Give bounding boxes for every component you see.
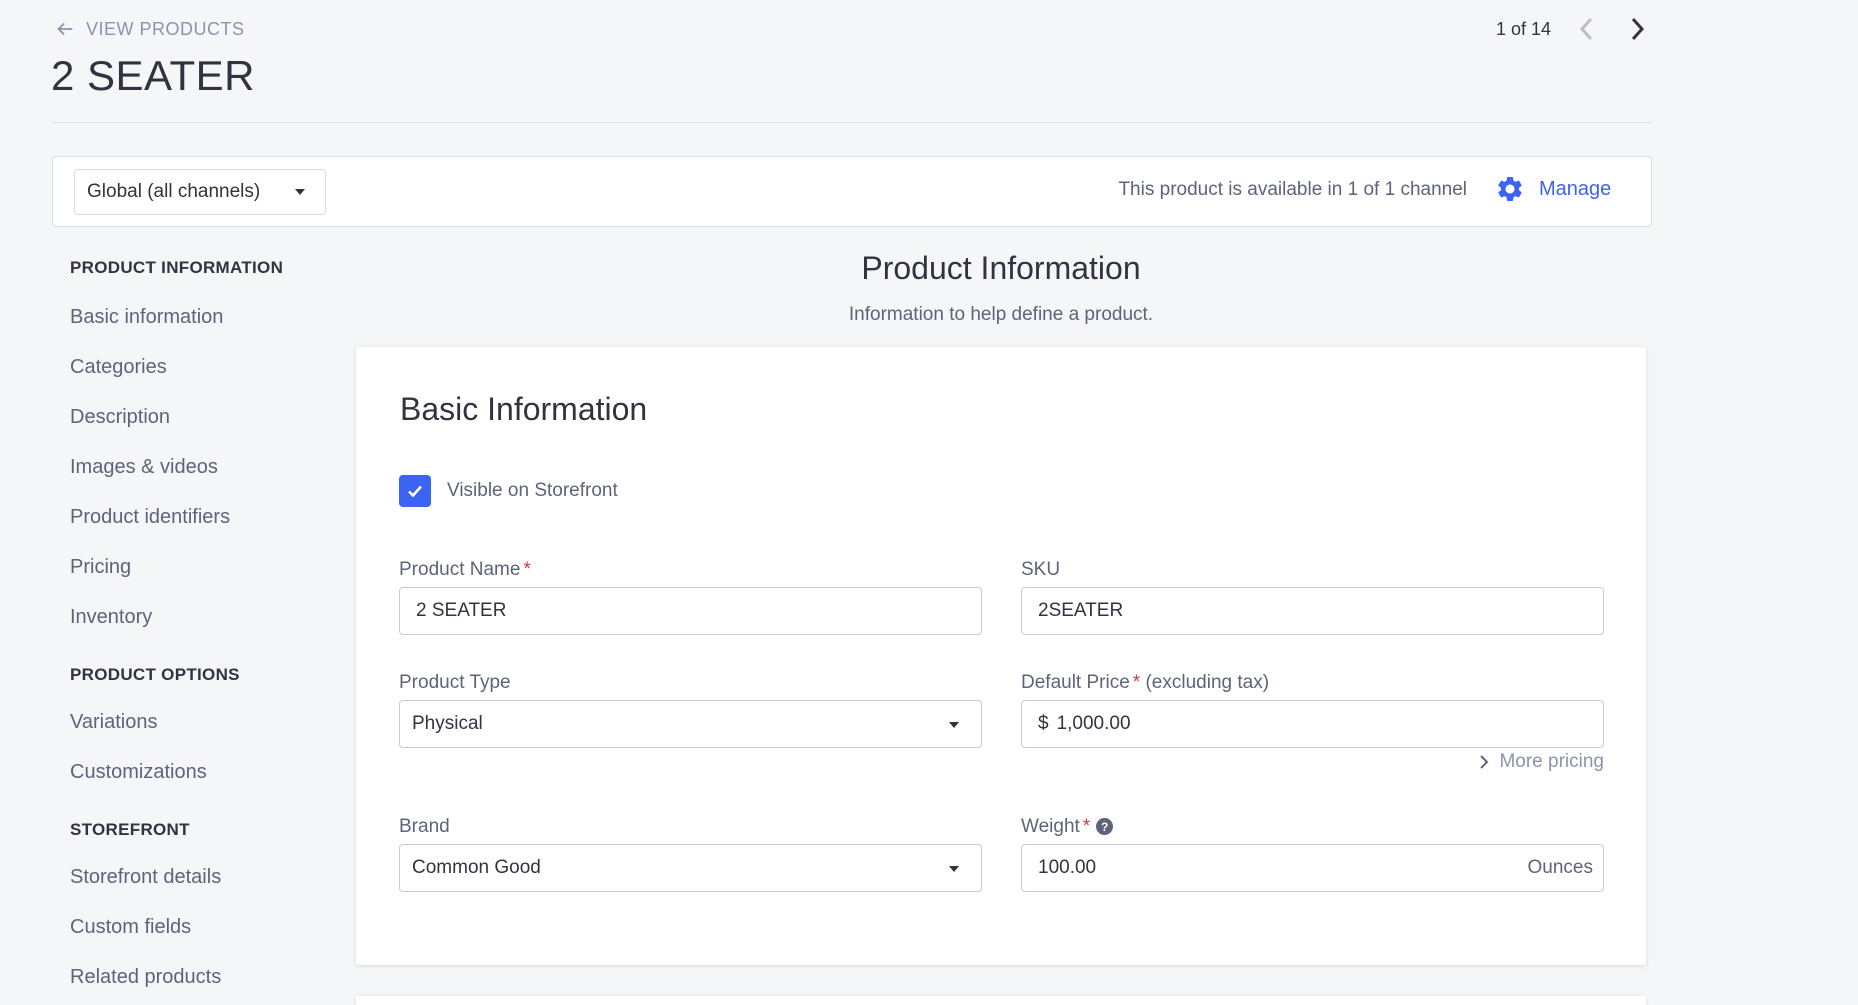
required-marker: * <box>523 559 531 580</box>
nav-item-custom-fields[interactable]: Custom fields <box>70 916 191 939</box>
nav-item-images-videos[interactable]: Images & videos <box>70 456 218 479</box>
more-pricing-link[interactable]: More pricing <box>1479 751 1604 773</box>
currency-prefix: $ <box>1038 713 1049 734</box>
nav-item-product-identifiers[interactable]: Product identifiers <box>70 506 230 529</box>
nav-item-inventory[interactable]: Inventory <box>70 606 152 629</box>
nav-item-related-products[interactable]: Related products <box>70 966 221 989</box>
more-pricing-label: More pricing <box>1499 751 1604 772</box>
weight-unit: Ounces <box>1527 857 1593 878</box>
brand-value: Common Good <box>412 857 541 878</box>
nav-item-customizations[interactable]: Customizations <box>70 761 207 784</box>
product-name-value: 2 SEATER <box>416 600 507 621</box>
gear-icon <box>1497 177 1522 201</box>
product-name-label: Product Name * <box>399 559 531 581</box>
nav-heading-product-information: PRODUCT INFORMATION <box>70 258 284 277</box>
manage-label: Manage <box>1539 177 1612 200</box>
sku-value: 2SEATER <box>1038 600 1124 621</box>
section-subtitle: Information to help define a product. <box>848 304 1154 325</box>
default-price-value: 1,000.00 <box>1056 713 1131 734</box>
caret-down-icon <box>295 189 305 195</box>
nav-heading-product-options: PRODUCT OPTIONS <box>70 665 240 684</box>
product-type-label: Product Type <box>399 672 511 693</box>
checkbox-checked[interactable] <box>399 475 431 507</box>
chevron-left-icon <box>1580 17 1593 41</box>
checkmark-icon <box>408 485 422 498</box>
chevron-right-icon <box>1631 17 1645 41</box>
product-type-value: Physical <box>412 713 483 734</box>
channel-select[interactable]: Global (all channels) <box>74 169 326 215</box>
back-link-label: VIEW PRODUCTS <box>86 18 245 39</box>
weight-label: Weight *? <box>1021 816 1114 838</box>
next-product-button[interactable] <box>1623 14 1651 44</box>
nav-item-variations[interactable]: Variations <box>70 711 157 734</box>
required-marker: * <box>1132 672 1141 693</box>
visible-on-storefront-checkbox[interactable]: Visible on Storefront <box>399 475 618 507</box>
brand-select[interactable]: Common Good <box>399 844 982 892</box>
chevron-right-icon <box>1480 755 1489 769</box>
channel-bar: Global (all channels) This product is av… <box>52 156 1652 227</box>
nav-item-description[interactable]: Description <box>70 406 170 429</box>
caret-down-icon <box>949 722 959 728</box>
previous-product-button[interactable] <box>1573 14 1601 44</box>
channel-availability-text: This product is available in 1 of 1 chan… <box>1118 179 1467 200</box>
product-name-label-text: Product Name <box>399 559 521 580</box>
channel-select-value: Global (all channels) <box>87 181 261 202</box>
weight-label-text: Weight <box>1021 816 1080 837</box>
manage-channels-button[interactable]: Manage <box>1495 174 1611 204</box>
back-to-products-link[interactable]: VIEW PRODUCTS <box>54 18 245 40</box>
help-icon[interactable]: ? <box>1096 818 1114 836</box>
sku-label: SKU <box>1021 559 1061 580</box>
product-pager: 1 of 14 <box>1496 14 1651 44</box>
caret-down-icon <box>949 866 959 872</box>
next-card-edge <box>356 996 1646 1005</box>
basic-information-card: Basic Information Visible on Storefront … <box>356 347 1646 965</box>
pager-count: 1 of 14 <box>1496 18 1552 39</box>
visible-on-storefront-label: Visible on Storefront <box>447 480 618 501</box>
nav-item-categories[interactable]: Categories <box>70 356 167 379</box>
header-divider <box>52 122 1652 123</box>
default-price-label-text: Default Price <box>1021 672 1130 693</box>
default-price-label-suffix: (excluding tax) <box>1145 672 1270 693</box>
card-title: Basic Information <box>400 391 648 427</box>
section-title: Product Information <box>861 250 1141 286</box>
weight-input[interactable]: 100.00 Ounces <box>1021 844 1604 892</box>
nav-heading-storefront: STOREFRONT <box>70 820 190 839</box>
nav-item-storefront-details[interactable]: Storefront details <box>70 866 221 889</box>
product-type-select[interactable]: Physical <box>399 700 982 748</box>
default-price-input[interactable]: $ 1,000.00 <box>1021 700 1604 748</box>
arrow-left-icon <box>57 22 73 36</box>
nav-item-pricing[interactable]: Pricing <box>70 556 131 579</box>
page-title: 2 SEATER <box>51 52 255 99</box>
required-marker: * <box>1082 816 1091 837</box>
brand-label: Brand <box>399 816 450 837</box>
nav-item-basic-information[interactable]: Basic information <box>70 306 223 329</box>
product-name-input[interactable]: 2 SEATER <box>399 587 982 635</box>
weight-value: 100.00 <box>1038 857 1097 878</box>
sku-input[interactable]: 2SEATER <box>1021 587 1604 635</box>
default-price-label: Default Price * (excluding tax) <box>1021 672 1269 694</box>
